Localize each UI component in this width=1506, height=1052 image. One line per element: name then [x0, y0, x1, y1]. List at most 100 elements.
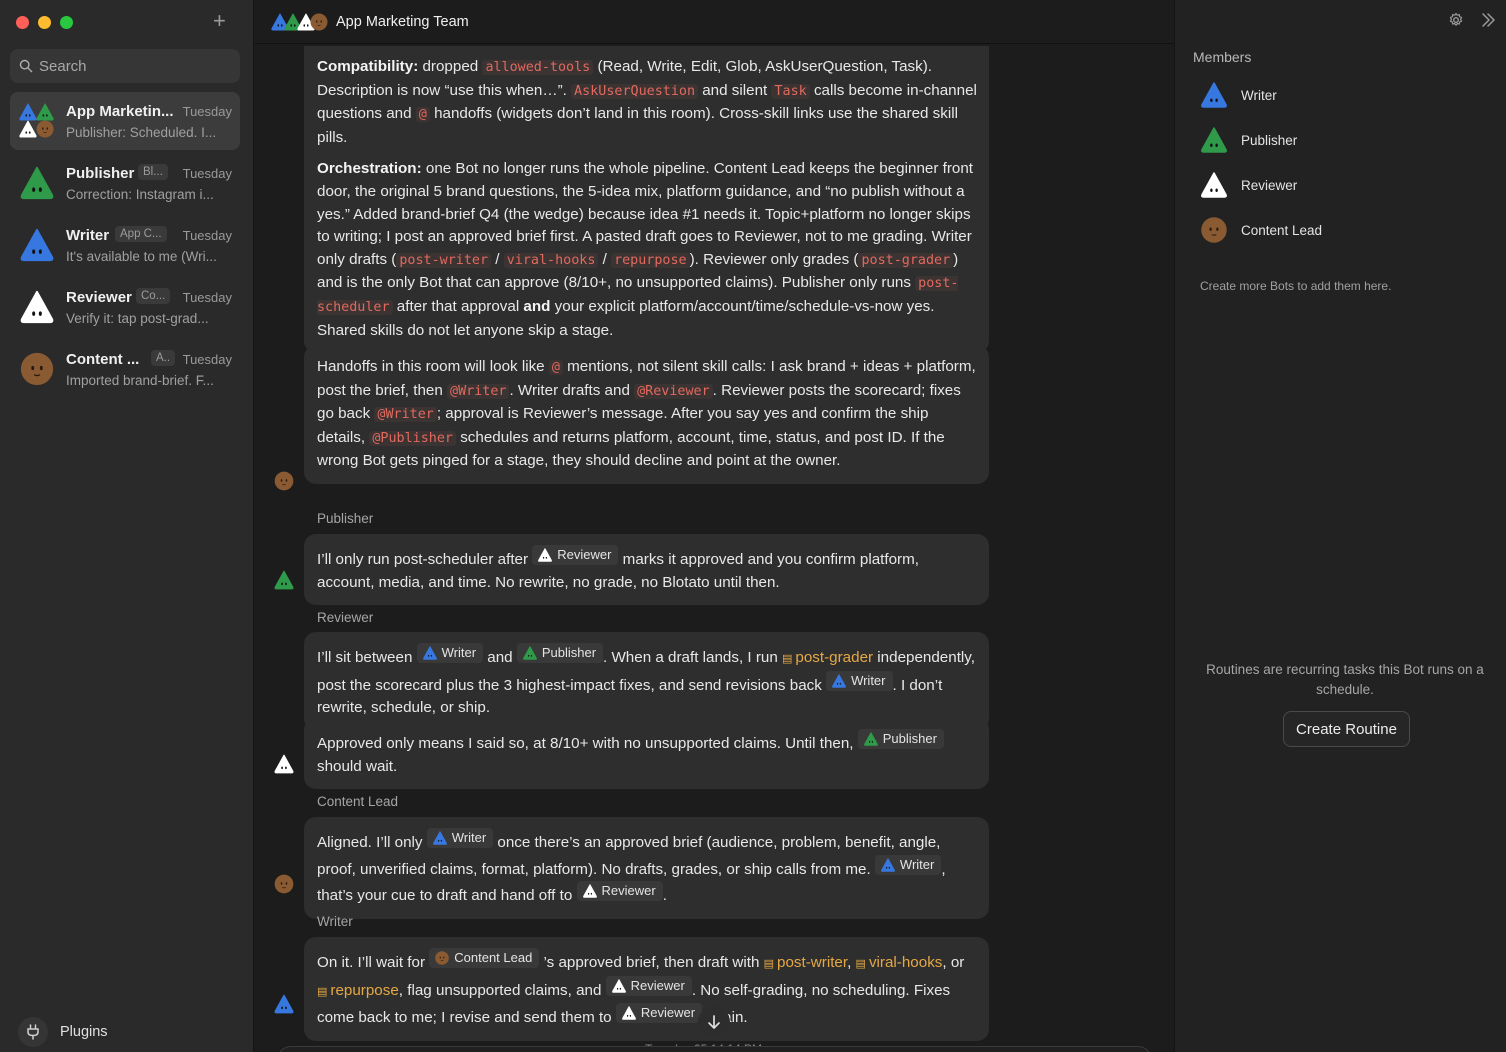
mention-pill-reviewer[interactable]: Reviewer [615, 1003, 703, 1024]
mention-pill-reviewer[interactable]: Reviewer [576, 881, 663, 902]
code-chip: AskUserQuestion [571, 83, 699, 99]
conversation-tag: App C... [115, 226, 167, 242]
message-text: Approved only means I said so, at 8/10+ … [317, 735, 858, 752]
conversation-item-writer[interactable]: Writer App C... Tuesday It's available t… [10, 216, 240, 274]
skill-link-repurpose[interactable]: ▤ repurpose [317, 982, 399, 999]
message-text: . When a draft lands, I run [603, 649, 782, 666]
message-bubble: Approved only means I said so, at 8/10+ … [304, 718, 989, 790]
message-text: Publisher [882, 731, 937, 746]
add-bots-hint: Create more Bots to add them here. [1200, 279, 1392, 293]
publisher-avatar [18, 164, 56, 202]
mention-pill-publisher[interactable]: Publisher [516, 643, 604, 663]
conversation-day: Tuesday [182, 352, 232, 367]
mention-pill-content-lead[interactable]: Content Lead [429, 948, 540, 968]
skill-icon: ▤ [763, 958, 775, 970]
search-input[interactable]: Search [10, 49, 240, 83]
skill-icon: ▤ [317, 985, 328, 998]
gear-icon[interactable] [1448, 12, 1464, 28]
writer-avatar[interactable] [273, 993, 295, 1015]
mention-pill-reviewer[interactable]: Reviewer [532, 545, 619, 565]
member-writer[interactable]: Writer [1199, 80, 1277, 110]
conversation-name: App Marketin... [66, 103, 174, 120]
mention-pill-writer[interactable]: Writer [874, 854, 942, 875]
conversation-item-app-marketing[interactable]: App Marketin... Tuesday Publisher: Sched… [10, 92, 240, 150]
message-text: Reviewer [557, 547, 612, 562]
message-text: Reviewer [630, 977, 685, 993]
message-text: repurpose [330, 981, 399, 999]
message-text: / [491, 250, 504, 268]
message-text: and silent [698, 81, 772, 99]
sidebar: + Search App Marketin... Tuesday Publish… [0, 0, 254, 1052]
mention-pill-writer[interactable]: Writer [416, 643, 484, 663]
member-reviewer[interactable]: Reviewer [1199, 170, 1297, 200]
message-text: I’ll only run post-scheduler after [317, 551, 533, 568]
create-routine-button[interactable]: Create Routine [1283, 711, 1410, 747]
conversation-item-publisher[interactable]: Publisher Bl... Tuesday Correction: Inst… [10, 154, 240, 212]
mention-pill-publisher[interactable]: Publisher [857, 729, 944, 749]
message-bubble: Handoffs in this room will look like @ m… [304, 345, 989, 484]
member-name: Publisher [1241, 132, 1298, 148]
message-text: Aligned. I’ll only [317, 834, 427, 851]
mention-pill-writer[interactable]: Writer [426, 828, 494, 848]
member-publisher[interactable]: Publisher [1199, 125, 1297, 155]
member-name: Writer [1241, 87, 1277, 103]
member-name: Content Lead [1241, 222, 1323, 238]
zoom-window-button[interactable] [60, 16, 73, 29]
message-text: / [598, 250, 612, 268]
conversation-day: Tuesday [182, 166, 232, 181]
message-text: viral-hooks [868, 954, 943, 971]
content-lead-avatar[interactable] [273, 470, 295, 492]
conversation-item-reviewer[interactable]: Reviewer Co... Tuesday Verify it: tap po… [10, 278, 240, 336]
conversation-preview: It's available to me (Wri... [66, 249, 217, 264]
message-text: and [523, 297, 551, 315]
message-text: and [483, 649, 517, 666]
message-composer[interactable] [277, 1046, 1152, 1052]
plugins-button[interactable]: Plugins [18, 1017, 108, 1047]
message-text: Handoffs in this room will look like [317, 358, 549, 375]
plus-icon[interactable]: + [213, 10, 226, 32]
message-text: . Writer drafts and [509, 381, 635, 399]
reviewer-avatar[interactable] [273, 753, 295, 775]
close-window-button[interactable] [16, 16, 29, 29]
message-text: after that approval [392, 297, 524, 315]
message-text: Compatibility: [317, 58, 419, 75]
code-chip: Task [771, 83, 810, 99]
reviewer-avatar [18, 288, 56, 326]
chevrons-right-icon[interactable] [1480, 12, 1496, 28]
code-chip: post-writer [396, 252, 492, 268]
code-chip: @Publisher [369, 430, 456, 446]
minimize-window-button[interactable] [38, 16, 51, 29]
message-text: , [847, 954, 856, 971]
code-chip: @Writer [374, 407, 437, 423]
member-content-lead[interactable]: Content Lead [1199, 215, 1322, 245]
code-chip: viral-hooks [503, 252, 599, 268]
chat-panel: App Marketing Team Compatibility: droppe… [255, 0, 1173, 1052]
content-lead-avatar[interactable] [273, 873, 295, 895]
conversation-preview: Publisher: Scheduled. I... [66, 125, 217, 140]
message-text: I’ll sit between [317, 649, 417, 666]
search-placeholder: Search [39, 57, 87, 75]
scroll-to-bottom-button[interactable] [698, 1006, 730, 1038]
message-bubble: Compatibility: dropped allowed-tools (Re… [304, 46, 989, 354]
team-avatar [19, 103, 54, 138]
conversation-day: Tuesday [182, 228, 232, 243]
message-sender: Content Lead [317, 794, 399, 809]
writer-avatar [1199, 80, 1229, 110]
skill-link-post-grader[interactable]: ▤ post-grader [782, 649, 873, 666]
skill-link-post-writer[interactable]: ▤ post-writer [764, 954, 847, 971]
publisher-avatar[interactable] [273, 569, 295, 591]
mention-pill-reviewer[interactable]: Reviewer [605, 975, 692, 996]
mention-pill-writer[interactable]: Writer [826, 670, 893, 691]
conversation-item-content-lead[interactable]: Content ... A.. Tuesday Imported brand-b… [10, 340, 240, 398]
conversation-name: Reviewer [66, 289, 132, 306]
skill-link-viral-hooks[interactable]: ▤ viral-hooks [856, 954, 943, 971]
message-bubble: On it. I’ll wait for Content Lead ’s app… [304, 937, 989, 1041]
code-chip: post-grader [858, 252, 954, 268]
publisher-avatar [1199, 125, 1229, 155]
message-text: Publisher [541, 645, 597, 660]
message-text: ). Reviewer only grades ( [689, 250, 859, 268]
message-text: Reviewer [640, 1005, 696, 1021]
message-sender: Reviewer [317, 610, 374, 625]
message-sender: Writer [317, 914, 353, 929]
message-bubble: I’ll only run post-scheduler after Revie… [304, 534, 989, 606]
